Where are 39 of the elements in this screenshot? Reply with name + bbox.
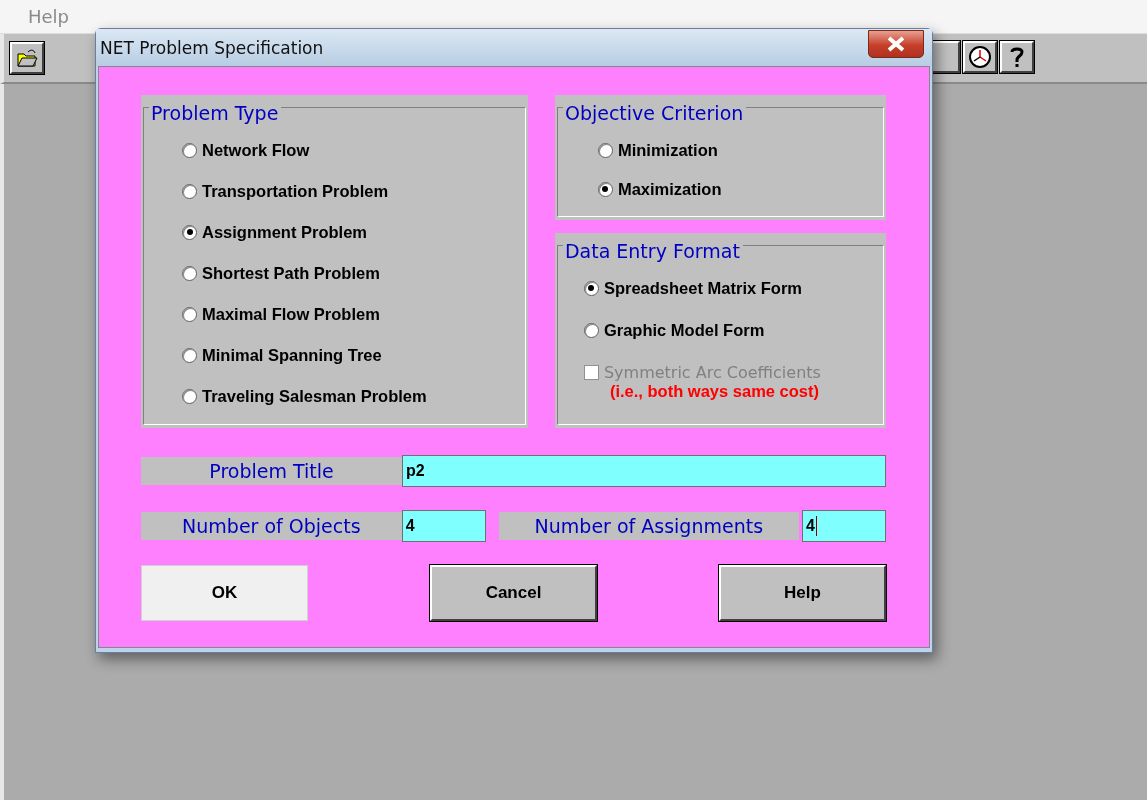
folder-icon — [16, 48, 38, 68]
close-button[interactable] — [868, 29, 924, 58]
note-text: (i.e., both ways same cost) — [608, 382, 820, 401]
field-label: Number of Assignments — [498, 512, 800, 540]
radio-button[interactable] — [182, 265, 197, 281]
radio-button[interactable] — [182, 306, 197, 322]
window-title: NET Problem Specification — [100, 37, 324, 58]
option-label[interactable]: Minimal Spanning Tree — [202, 345, 382, 365]
option-label[interactable]: Shortest Path Problem — [202, 263, 380, 283]
option-label[interactable]: Graphic Model Form — [603, 320, 765, 340]
radio-button[interactable] — [182, 142, 197, 158]
input-field[interactable]: 4 — [401, 510, 486, 542]
dialog-button[interactable]: Help — [719, 565, 886, 621]
radio-button[interactable] — [182, 183, 197, 199]
option-label[interactable]: Spreadsheet Matrix Form — [603, 278, 802, 298]
question-icon — [1009, 45, 1025, 69]
input-field[interactable]: p2 — [402, 455, 886, 487]
option-label[interactable]: Transportation Problem — [202, 181, 389, 201]
option-label[interactable]: Network Flow — [202, 140, 310, 160]
input-field[interactable]: 4 — [802, 510, 886, 542]
option-label[interactable]: Maximization — [617, 179, 722, 199]
clock-icon — [968, 45, 992, 69]
field-label: Number of Objects — [141, 512, 402, 540]
option-label[interactable]: Minimization — [617, 140, 718, 160]
dialog-button[interactable]: Cancel — [430, 565, 597, 621]
option-label[interactable]: Maximal Flow Problem — [202, 304, 380, 324]
radio-button[interactable] — [583, 280, 599, 296]
clock-button[interactable] — [963, 41, 997, 73]
dialog-button[interactable]: OK — [141, 565, 308, 621]
radio-button[interactable] — [583, 322, 599, 338]
close-icon — [886, 35, 906, 52]
radio-button[interactable] — [182, 347, 197, 363]
option-label[interactable]: Assignment Problem — [202, 222, 368, 242]
radio-button[interactable] — [182, 388, 197, 404]
radio-button[interactable] — [597, 142, 613, 158]
field-label: Problem Title — [141, 457, 402, 485]
open-folder-button[interactable] — [10, 42, 44, 74]
option-label[interactable]: Traveling Salesman Problem — [202, 386, 427, 406]
help-button[interactable] — [1000, 41, 1034, 73]
